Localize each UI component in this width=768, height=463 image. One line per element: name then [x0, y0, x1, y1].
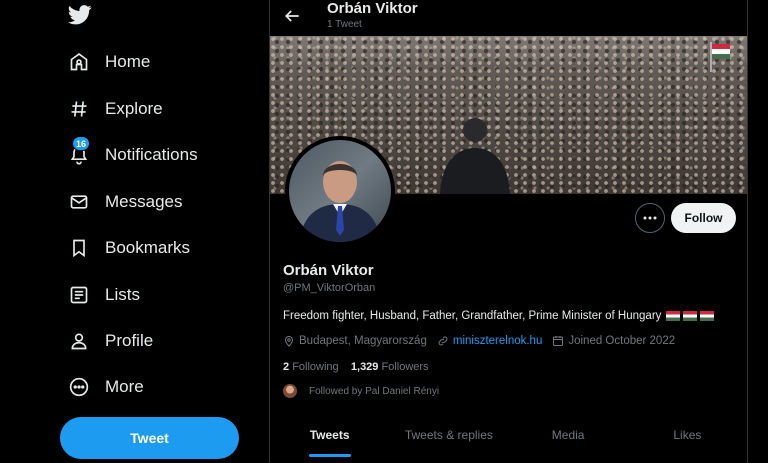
location-text: Budapest, Magyarország: [299, 335, 427, 347]
link-icon: [438, 336, 448, 346]
tab-likes[interactable]: Likes: [628, 416, 747, 463]
bio-text: Freedom fighter, Husband, Father, Grandf…: [283, 310, 662, 322]
sidebar: Home Explore 16 Notifications Messages B…: [0, 0, 268, 463]
sidebar-item-label: Bookmarks: [105, 238, 191, 257]
sidebar-item-label: Explore: [105, 99, 163, 118]
bell-icon: 16: [66, 136, 92, 168]
sidebar-item-notifications[interactable]: 16 Notifications: [66, 136, 198, 172]
profile-website: miniszterelnok.hu: [437, 335, 542, 347]
sidebar-item-messages[interactable]: Messages: [66, 185, 182, 219]
tab-label: Likes: [673, 428, 702, 442]
website-link[interactable]: miniszterelnok.hu: [453, 335, 542, 347]
sidebar-item-explore[interactable]: Explore: [66, 92, 163, 126]
followed-by[interactable]: Followed by Pal Daniel Rényi: [283, 384, 439, 398]
sidebar-item-home[interactable]: Home: [66, 45, 150, 79]
ellipsis-icon: [643, 216, 657, 220]
header-title: Orbán Viktor: [327, 0, 418, 17]
profile-tabs: Tweets Tweets & replies Media Likes: [270, 416, 747, 463]
followers-count: 1,329: [350, 361, 379, 373]
bookmark-icon: [66, 235, 92, 261]
follow-counts: 2 Following 1,329 Followers: [283, 361, 429, 373]
sidebar-item-label: Lists: [105, 285, 140, 304]
following-link[interactable]: 2 Following: [283, 361, 339, 373]
follow-button[interactable]: Follow: [671, 203, 736, 233]
profile-joined: Joined October 2022: [552, 335, 675, 347]
sidebar-item-lists[interactable]: Lists: [66, 278, 140, 312]
profile-column: Orbán Viktor 1 Tweet Follow Orbán Viktor…: [269, 0, 748, 463]
back-arrow-icon[interactable]: [282, 6, 302, 26]
sidebar-item-label: Messages: [105, 192, 183, 211]
profile-meta: Budapest, Magyarország miniszterelnok.hu…: [283, 335, 685, 347]
header-tweet-count: 1 Tweet: [327, 19, 362, 30]
tab-label: Media: [551, 428, 585, 442]
sidebar-item-more[interactable]: More: [66, 370, 144, 404]
sidebar-item-label: More: [105, 377, 144, 396]
follower-avatar: [283, 384, 297, 398]
twitter-bird-icon[interactable]: [68, 5, 92, 25]
envelope-icon: [66, 189, 92, 215]
banner-flag-icon: [710, 42, 730, 72]
profile-name: Orbán Viktor: [283, 262, 374, 279]
tab-tweets-replies[interactable]: Tweets & replies: [389, 416, 508, 463]
more-options-button[interactable]: [635, 203, 665, 233]
hungary-flag-icon: [683, 311, 698, 321]
following-count: 2: [283, 361, 290, 373]
hungary-flag-icon: [666, 311, 681, 321]
tweet-button[interactable]: Tweet: [60, 417, 239, 459]
profile-location: Budapest, Magyarország: [283, 335, 427, 347]
sidebar-item-label: Home: [105, 52, 151, 71]
following-label: Following: [292, 361, 339, 373]
calendar-icon: [553, 336, 564, 346]
sidebar-item-bookmarks[interactable]: Bookmarks: [66, 231, 190, 265]
tab-label: Tweets: [309, 428, 350, 442]
person-icon: [66, 328, 92, 354]
banner-speaker-silhouette: [440, 118, 510, 194]
list-icon: [66, 282, 92, 308]
hashtag-icon: [66, 96, 92, 122]
followers-label: Followers: [381, 361, 429, 373]
tab-label: Tweets & replies: [404, 428, 493, 442]
profile-handle: @PM_ViktorOrban: [283, 282, 376, 294]
hungary-flag-icon: [700, 311, 715, 321]
location-pin-icon: [284, 336, 294, 347]
sidebar-item-profile[interactable]: Profile: [66, 324, 153, 358]
followers-link[interactable]: 1,329 Followers: [351, 361, 429, 373]
home-icon: [66, 49, 92, 75]
avatar-portrait: [299, 161, 381, 242]
followed-by-text: Followed by Pal Daniel Rényi: [309, 385, 440, 397]
profile-avatar[interactable]: [285, 136, 395, 246]
sidebar-item-label: Notifications: [105, 145, 198, 164]
active-tab-indicator: [308, 454, 351, 457]
sidebar-item-label: Profile: [105, 331, 154, 350]
profile-header-bar: Orbán Viktor 1 Tweet: [270, 0, 747, 36]
joined-text: Joined October 2022: [568, 335, 676, 347]
tab-media[interactable]: Media: [509, 416, 628, 463]
notification-badge: 16: [72, 136, 91, 151]
tab-tweets[interactable]: Tweets: [270, 416, 389, 463]
more-circle-icon: [66, 374, 92, 400]
profile-bio: Freedom fighter, Husband, Father, Grandf…: [283, 310, 715, 322]
